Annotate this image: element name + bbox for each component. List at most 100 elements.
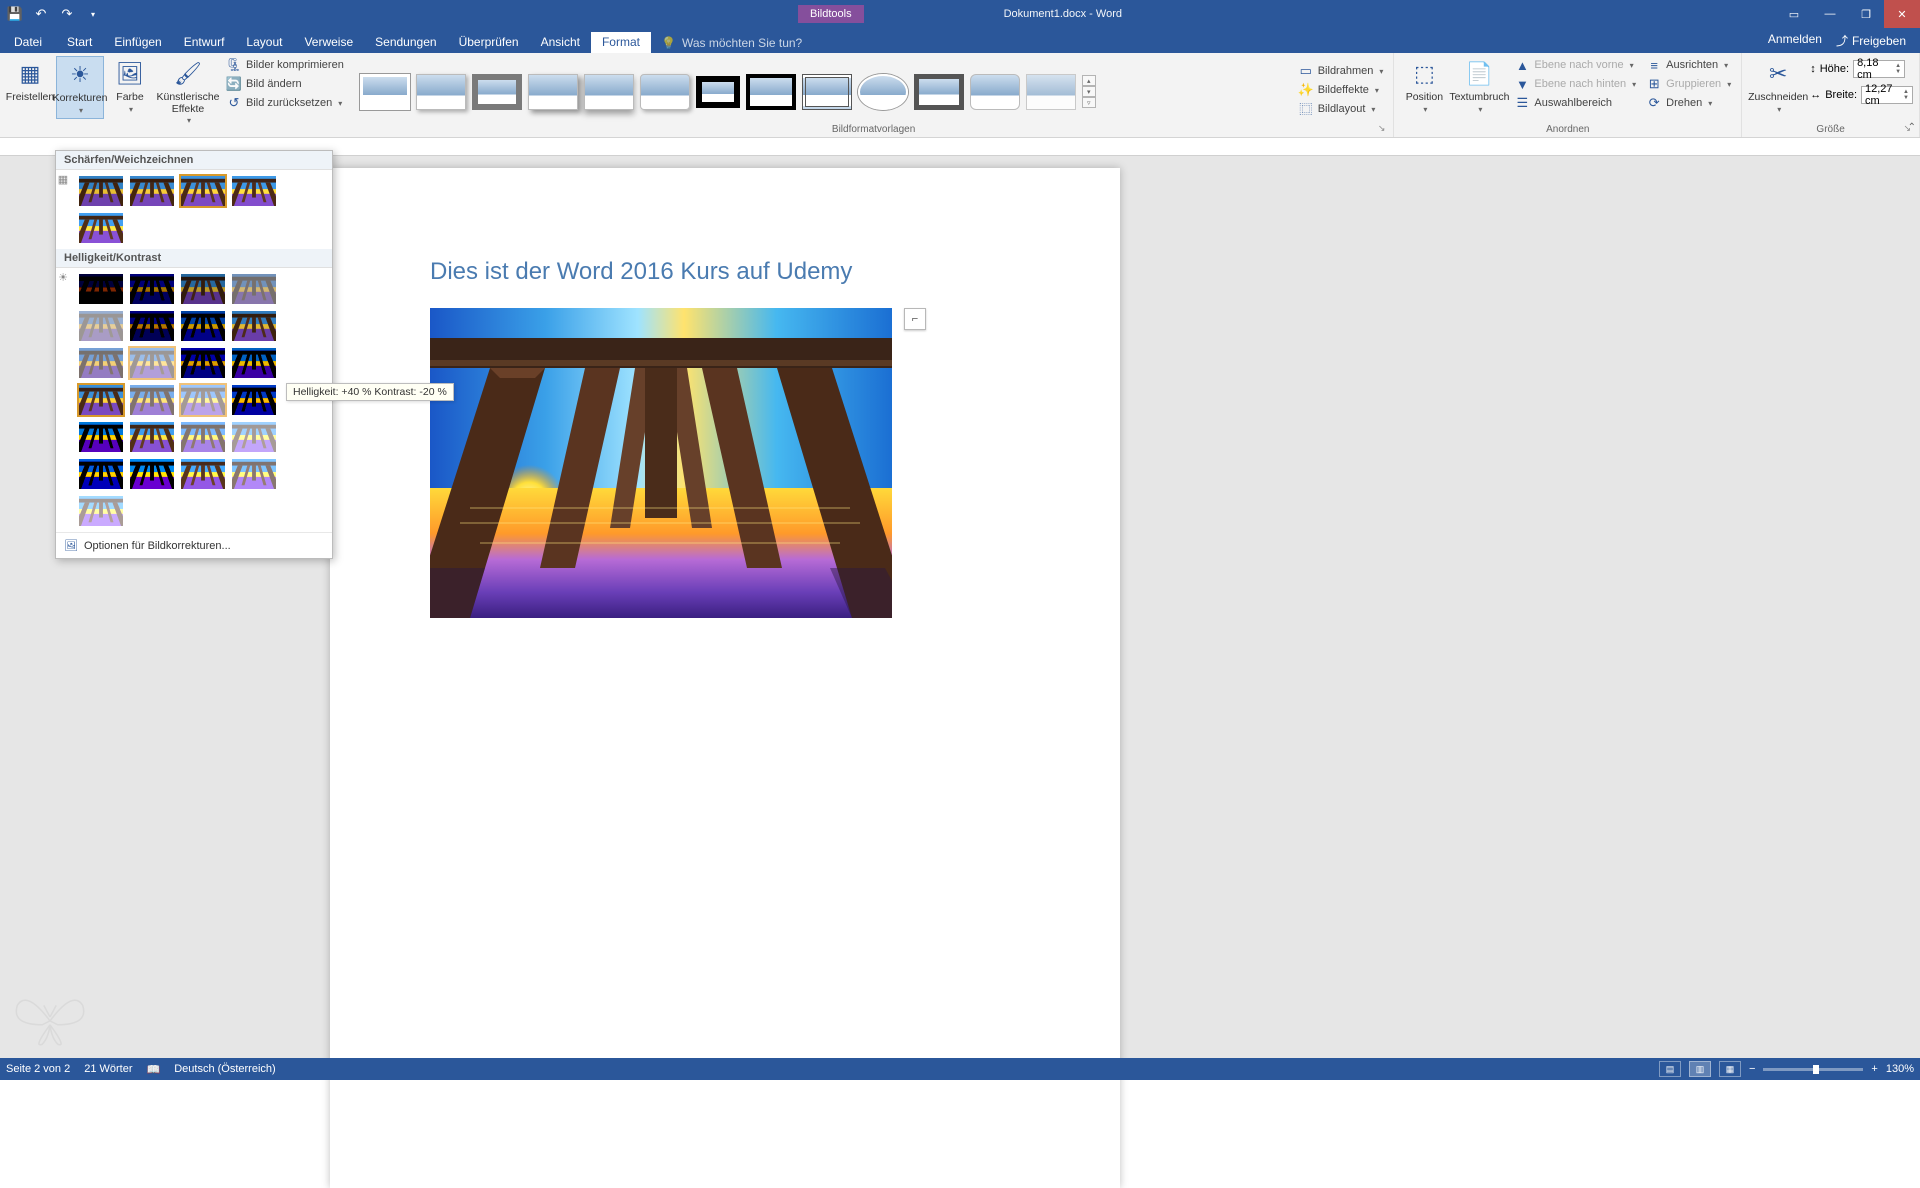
ribbon-display-icon[interactable]: ▭: [1776, 0, 1812, 28]
tab-verweise[interactable]: Verweise: [293, 32, 364, 53]
compress-button[interactable]: 🗜Bilder komprimieren: [222, 56, 348, 74]
tab-ueberpruefen[interactable]: Überprüfen: [448, 32, 530, 53]
picture-style-6[interactable]: [640, 74, 690, 110]
sharpen-thumb-1[interactable]: [129, 175, 175, 207]
bc-thumb-r4-c3[interactable]: [231, 458, 277, 490]
reset-picture-button[interactable]: ↺Bild zurücksetzen: [222, 94, 348, 112]
styles-launcher-icon[interactable]: ↘: [1378, 123, 1386, 134]
bc-thumb-r0-c1[interactable]: [129, 273, 175, 305]
bc-thumb-r1-c1[interactable]: [180, 310, 226, 342]
picture-style-7[interactable]: [696, 76, 740, 108]
selected-image[interactable]: [430, 308, 892, 618]
bc-thumb-r4-c2[interactable]: [180, 458, 226, 490]
bc-thumb-r0-c2[interactable]: [180, 273, 226, 305]
auswahlbereich-button[interactable]: ☰Auswahlbereich: [1510, 94, 1640, 112]
bc-thumb-r3-c1[interactable]: [78, 421, 124, 453]
tab-sendungen[interactable]: Sendungen: [364, 32, 447, 53]
picture-style-9[interactable]: [802, 74, 852, 110]
undo-icon[interactable]: ↶: [30, 3, 52, 25]
tab-entwurf[interactable]: Entwurf: [173, 32, 236, 53]
picture-style-1[interactable]: [360, 74, 410, 110]
layout-options-button[interactable]: ⌐: [904, 308, 926, 330]
tab-einfuegen[interactable]: Einfügen: [103, 32, 172, 53]
bc-thumb-r3-c2[interactable]: [129, 421, 175, 453]
gruppieren-button[interactable]: ⊞Gruppieren: [1642, 75, 1735, 93]
zoom-in-button[interactable]: +: [1871, 1063, 1877, 1075]
picture-style-5[interactable]: [584, 74, 634, 110]
proofing-icon[interactable]: 📖: [147, 1063, 161, 1076]
picture-corrections-options[interactable]: 🖼 Optionen für Bildkorrekturen...: [56, 532, 332, 558]
bc-thumb-r3-c4[interactable]: [231, 421, 277, 453]
bildrahmen-button[interactable]: ▭Bildrahmen: [1294, 62, 1388, 80]
bc-thumb-r0-c0[interactable]: [78, 273, 124, 305]
bc-thumb-r1-c3[interactable]: [78, 347, 124, 379]
height-input[interactable]: 8,18 cm▲▼: [1853, 60, 1905, 78]
send-backward-button[interactable]: ▼Ebene nach hinten: [1510, 75, 1640, 93]
file-tab[interactable]: Datei: [0, 32, 56, 53]
bc-thumb-r1-c4[interactable]: [129, 347, 175, 379]
minimize-icon[interactable]: —: [1812, 0, 1848, 28]
redo-icon[interactable]: ↷: [56, 3, 78, 25]
page-indicator[interactable]: Seite 2 von 2: [6, 1063, 70, 1075]
save-icon[interactable]: 💾: [4, 3, 26, 25]
bc-thumb-r2-c1[interactable]: [231, 347, 277, 379]
tab-ansicht[interactable]: Ansicht: [530, 32, 591, 53]
zoom-slider[interactable]: [1763, 1068, 1863, 1071]
tab-start[interactable]: Start: [56, 32, 103, 53]
tab-format[interactable]: Format: [591, 32, 651, 53]
picture-style-3[interactable]: [472, 74, 522, 110]
sharpen-thumb-2[interactable]: [180, 175, 226, 207]
bc-thumb-r2-c4[interactable]: [180, 384, 226, 416]
signin-link[interactable]: Anmelden: [1768, 32, 1822, 49]
contextual-tab-bildtools[interactable]: Bildtools: [798, 5, 864, 23]
bc-thumb-r2-c2[interactable]: [78, 384, 124, 416]
sharpen-thumb-3[interactable]: [231, 175, 277, 207]
bc-thumb-r2-c0[interactable]: [180, 347, 226, 379]
restore-icon[interactable]: ❐: [1848, 0, 1884, 28]
gallery-more[interactable]: ▴▾▿: [1082, 75, 1096, 108]
bc-thumb-r0-c4[interactable]: [78, 310, 124, 342]
bc-thumb-r1-c0[interactable]: [129, 310, 175, 342]
sharpen-thumb-4[interactable]: [78, 212, 124, 244]
bc-thumb-r4-c1[interactable]: [129, 458, 175, 490]
word-count[interactable]: 21 Wörter: [84, 1063, 132, 1075]
picture-style-2[interactable]: [416, 74, 466, 110]
bc-thumb-r3-c3[interactable]: [180, 421, 226, 453]
width-input[interactable]: 12,27 cm▲▼: [1861, 86, 1913, 104]
zuschneiden-button[interactable]: ✂ Zuschneiden: [1748, 56, 1808, 117]
bc-thumb-r1-c2[interactable]: [231, 310, 277, 342]
bc-thumb-r4-c0[interactable]: [78, 458, 124, 490]
bildeffekte-button[interactable]: ✨Bildeffekte: [1294, 81, 1388, 99]
language-indicator[interactable]: Deutsch (Österreich): [174, 1063, 275, 1075]
bc-thumb-r0-c3[interactable]: [231, 273, 277, 305]
picture-style-8[interactable]: [746, 74, 796, 110]
kuenstlerische-effekte-button[interactable]: 🖌 Künstlerische Effekte: [156, 56, 220, 129]
picture-style-10[interactable]: [858, 74, 908, 110]
qat-customize-icon[interactable]: ▾: [82, 3, 104, 25]
picture-style-12[interactable]: [970, 74, 1020, 110]
close-icon[interactable]: ✕: [1884, 0, 1920, 28]
drehen-button[interactable]: ⟳Drehen: [1642, 94, 1735, 112]
farbe-button[interactable]: 🖼 Farbe: [106, 56, 154, 117]
tab-layout[interactable]: Layout: [235, 32, 293, 53]
change-picture-button[interactable]: 🔄Bild ändern: [222, 75, 348, 93]
freistellen-button[interactable]: ▦ Freistellen: [6, 56, 54, 106]
bildlayout-button[interactable]: ⿴Bildlayout: [1294, 100, 1388, 118]
page[interactable]: Schärfen/Weichzeichnen ▦: [330, 168, 1120, 1188]
ausrichten-button[interactable]: ≡Ausrichten: [1642, 56, 1735, 74]
bc-thumb-r4-c4[interactable]: [78, 495, 124, 527]
sharpen-thumb-0[interactable]: [78, 175, 124, 207]
picture-style-13[interactable]: [1026, 74, 1076, 110]
tell-me-search[interactable]: 💡 Was möchten Sie tun?: [661, 36, 802, 53]
web-layout-button[interactable]: ▦: [1719, 1061, 1741, 1077]
collapse-ribbon-icon[interactable]: ⌃: [1908, 122, 1916, 133]
position-button[interactable]: ⬚ Position: [1400, 56, 1448, 117]
picture-style-4[interactable]: [528, 74, 578, 110]
korrekturen-button[interactable]: ☀ Korrekturen: [56, 56, 104, 119]
bring-forward-button[interactable]: ▲Ebene nach vorne: [1510, 56, 1640, 74]
zoom-out-button[interactable]: −: [1749, 1063, 1755, 1075]
bc-thumb-r2-c3[interactable]: [129, 384, 175, 416]
bc-thumb-r3-c0[interactable]: [231, 384, 277, 416]
print-layout-button[interactable]: ▥: [1689, 1061, 1711, 1077]
share-button[interactable]: ⤴Freigeben: [1836, 32, 1906, 49]
